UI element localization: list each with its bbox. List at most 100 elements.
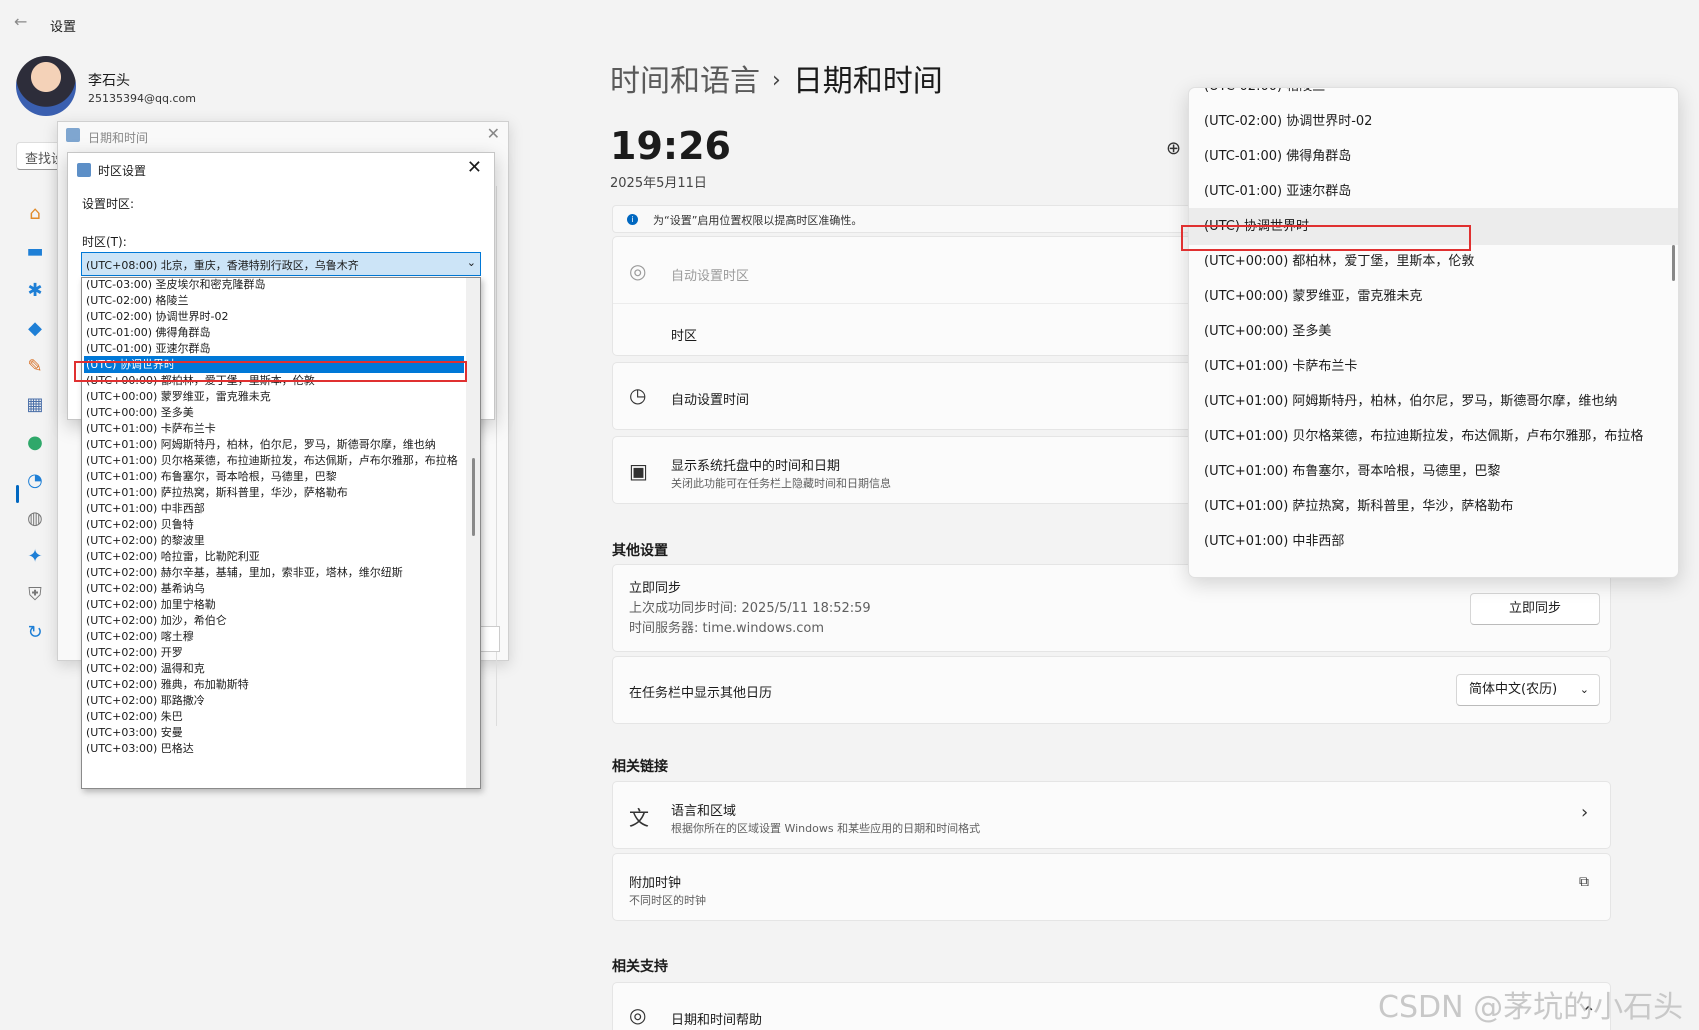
timezone-flyout-option[interactable]: (UTC+01:00) 卡萨布兰卡 — [1189, 348, 1678, 385]
date-time-dialog-title: 日期和时间 — [88, 131, 149, 145]
date-time-icon — [66, 128, 80, 142]
additional-clocks-card[interactable]: 附加时钟 不同时区的时钟 ⧉ — [612, 853, 1611, 921]
timezone-option[interactable]: (UTC+00:00) 蒙罗维亚，雷克雅未克 — [84, 388, 464, 405]
user-name: 李石头 — [88, 73, 130, 89]
sync-now-button[interactable]: 立即同步 — [1470, 593, 1600, 625]
sync-last-time: 上次成功同步时间: 2025/5/11 18:52:59 — [629, 601, 871, 616]
timezone-icon — [77, 163, 91, 177]
set-timezone-label: 设置时区: — [82, 197, 135, 211]
timezone-option[interactable]: (UTC+02:00) 耶路撒冷 — [84, 692, 464, 709]
clocks-subtitle: 不同时区的时钟 — [629, 894, 706, 907]
update-icon[interactable]: ↻ — [22, 619, 48, 645]
globe-clock-icon: ◎ — [629, 259, 647, 283]
timezone-option[interactable]: (UTC+03:00) 安曼 — [84, 724, 464, 741]
timezone-flyout-option[interactable]: (UTC+01:00) 萨拉热窝，斯科普里，华沙，萨格勒布 — [1189, 488, 1678, 525]
timezone-option[interactable]: (UTC-01:00) 佛得角群岛 — [84, 324, 464, 341]
help-title: 日期和时间帮助 — [671, 1013, 763, 1028]
page-title: 日期和时间 — [792, 64, 943, 99]
timezone-option[interactable]: (UTC+02:00) 朱巴 — [84, 708, 464, 725]
scrollbar-thumb[interactable] — [472, 458, 475, 536]
time-language-icon[interactable]: ◔ — [22, 467, 48, 493]
user-email: 25135394@qq.com — [88, 92, 196, 105]
chevron-down-icon: ⌄ — [1579, 683, 1589, 696]
timezone-option[interactable]: (UTC+01:00) 中非西部 — [84, 500, 464, 517]
gaming-icon[interactable]: ◍ — [22, 505, 48, 531]
timezone-flyout-option[interactable]: (UTC+01:00) 阿姆斯特丹，柏林，伯尔尼，罗马，斯德哥尔摩，维也纳 — [1189, 383, 1678, 420]
timezone-option[interactable]: (UTC+02:00) 基希讷乌 — [84, 580, 464, 597]
info-text: 为“设置”启用位置权限以提高时区准确性。 — [653, 214, 863, 227]
timezone-flyout-option[interactable]: (UTC+01:00) 中非西部 — [1189, 523, 1678, 560]
timezone-option[interactable]: (UTC-02:00) 协调世界时-02 — [84, 308, 464, 325]
nav-selection-indicator — [16, 485, 19, 503]
timezone-option[interactable]: (UTC+02:00) 加沙，希伯仑 — [84, 612, 464, 629]
timezone-option[interactable]: (UTC+02:00) 开罗 — [84, 644, 464, 661]
timezone-flyout-option[interactable]: (UTC+01:00) 布鲁塞尔，哥本哈根，马德里，巴黎 — [1189, 453, 1678, 490]
timezone-option[interactable]: (UTC-02:00) 格陵兰 — [84, 292, 464, 309]
breadcrumb-separator: › — [772, 68, 781, 93]
timezone-label: 时区 — [671, 329, 698, 344]
auto-timezone-label: 自动设置时区 — [671, 269, 750, 284]
clocks-title: 附加时钟 — [629, 876, 682, 891]
timezone-select[interactable]: (UTC+08:00) 北京，重庆，香港特别行政区，乌鲁木齐 ⌄ — [81, 252, 481, 276]
clock-icon: ◷ — [629, 383, 647, 407]
timezone-option[interactable]: (UTC+02:00) 雅典，布加勒斯特 — [84, 676, 464, 693]
system-icon[interactable]: ▬ — [22, 238, 48, 264]
timezone-flyout-option[interactable]: (UTC+01:00) 贝尔格莱德，布拉迪斯拉发，布达佩斯，卢布尔雅那，布拉格 — [1189, 418, 1678, 455]
highlight-box — [74, 361, 467, 382]
timezone-flyout-list[interactable]: (UTC-02:00) 格陵兰(UTC-02:00) 协调世界时-02(UTC-… — [1188, 87, 1679, 578]
timezone-field-label: 时区(T): — [82, 235, 127, 249]
breadcrumb: 时间和语言 › 日期和时间 — [610, 56, 943, 100]
language-icon: 文 — [629, 806, 649, 830]
accounts-icon[interactable]: ● — [22, 429, 48, 455]
close-icon[interactable]: ✕ — [487, 124, 500, 143]
timezone-option[interactable]: (UTC+02:00) 赫尔辛基，基辅，里加，索非亚，塔林，维尔纽斯 — [84, 564, 464, 581]
info-icon: i — [627, 214, 638, 225]
calendar-card: 在任务栏中显示其他日历 简体中文(农历) ⌄ — [612, 656, 1611, 724]
timezone-option[interactable]: (UTC+02:00) 喀土穆 — [84, 628, 464, 645]
timezone-option[interactable]: (UTC+01:00) 萨拉热窝，斯科普里，华沙，萨格勒布 — [84, 484, 464, 501]
sync-server: 时间服务器: time.windows.com — [629, 621, 825, 636]
dropdown-scrollbar[interactable] — [466, 278, 480, 788]
timezone-option[interactable]: (UTC+03:00) 巴格达 — [84, 740, 464, 757]
timezone-option[interactable]: (UTC-03:00) 圣皮埃尔和密克隆群岛 — [84, 278, 464, 293]
highlight-box — [1181, 225, 1471, 251]
timezone-option[interactable]: (UTC+01:00) 布鲁塞尔，哥本哈根，马德里，巴黎 — [84, 468, 464, 485]
timezone-dialog-titlebar: 时区设置 ✕ — [68, 153, 494, 185]
bluetooth-icon[interactable]: ✱ — [22, 277, 48, 303]
calendar-dropdown[interactable]: 简体中文(农历) ⌄ — [1456, 674, 1600, 706]
tray-subtitle: 关闭此功能可在任务栏上隐藏时间和日期信息 — [671, 477, 891, 490]
timezone-option[interactable]: (UTC+00:00) 圣多美 — [84, 404, 464, 421]
language-region-card[interactable]: 文 语言和区域 根据你所在的区域设置 Windows 和某些应用的日期和时间格式… — [612, 781, 1611, 849]
home-icon[interactable]: ⌂ — [22, 200, 48, 226]
timezone-dropdown-list[interactable]: (UTC-03:00) 圣皮埃尔和密克隆群岛 (UTC-02:00) 格陵兰 (UT… — [81, 277, 481, 789]
apps-icon[interactable]: ▦ — [22, 391, 48, 417]
timezone-option[interactable]: (UTC+02:00) 贝鲁特 — [84, 516, 464, 533]
timezone-option[interactable]: (UTC+01:00) 卡萨布兰卡 — [84, 420, 464, 437]
timezone-flyout-option[interactable]: (UTC+00:00) 蒙罗维亚，雷克雅未克 — [1189, 278, 1678, 315]
timezone-option[interactable]: (UTC+01:00) 贝尔格莱德，布拉迪斯拉发，布达佩斯，卢布尔雅那，布拉格 — [84, 452, 464, 469]
timezone-option[interactable]: (UTC+02:00) 的黎波里 — [84, 532, 464, 549]
timezone-option[interactable]: (UTC+01:00) 阿姆斯特丹，柏林，伯尔尼，罗马，斯德哥尔摩，维也纳 — [84, 436, 464, 453]
breadcrumb-parent[interactable]: 时间和语言 — [610, 64, 760, 99]
language-title: 语言和区域 — [671, 804, 737, 819]
personalization-icon[interactable]: ✎ — [22, 353, 48, 379]
back-arrow-icon[interactable]: ← — [14, 12, 27, 31]
timezone-globe-icon: ⊕ — [1166, 138, 1182, 159]
timezone-flyout-option[interactable]: (UTC+00:00) 圣多美 — [1189, 313, 1678, 350]
close-icon[interactable]: ✕ — [467, 157, 482, 178]
timezone-flyout-option[interactable]: (UTC-02:00) 协调世界时-02 — [1189, 103, 1678, 140]
tray-title: 显示系统托盘中的时间和日期 — [671, 459, 841, 474]
timezone-flyout-option[interactable]: (UTC-01:00) 亚速尔群岛 — [1189, 173, 1678, 210]
chevron-down-icon: ⌄ — [466, 256, 476, 269]
timezone-flyout-option[interactable]: (UTC-01:00) 佛得角群岛 — [1189, 138, 1678, 175]
avatar — [16, 56, 76, 116]
network-icon[interactable]: ◆ — [22, 315, 48, 341]
external-link-icon: ⧉ — [1579, 874, 1589, 890]
accessibility-icon[interactable]: ✦ — [22, 543, 48, 569]
timezone-option[interactable]: (UTC+02:00) 温得和克 — [84, 660, 464, 677]
timezone-option[interactable]: (UTC+02:00) 加里宁格勒 — [84, 596, 464, 613]
app-title: 设置 — [50, 20, 77, 35]
timezone-option[interactable]: (UTC+02:00) 哈拉雷，比勒陀利亚 — [84, 548, 464, 565]
timezone-option[interactable]: (UTC-01:00) 亚速尔群岛 — [84, 340, 464, 357]
privacy-icon[interactable]: ⛨ — [22, 581, 48, 607]
